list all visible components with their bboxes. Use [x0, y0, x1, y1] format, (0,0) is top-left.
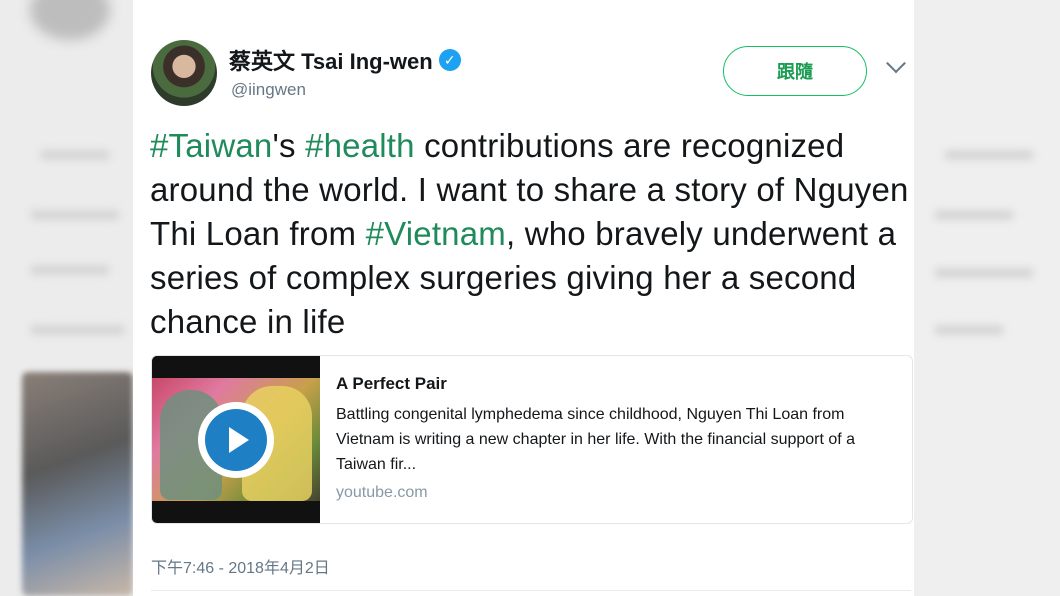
hashtag-link[interactable]: #Vietnam [366, 215, 506, 252]
follow-button[interactable]: 跟隨 [723, 46, 867, 96]
avatar[interactable] [151, 40, 217, 106]
link-title: A Perfect Pair [336, 374, 447, 393]
video-thumbnail[interactable] [152, 356, 320, 523]
display-name[interactable]: 蔡英文 Tsai Ing-wen [229, 44, 433, 76]
chevron-down-icon[interactable] [886, 53, 906, 74]
link-domain: youtube.com [336, 484, 428, 501]
background-right-panel [914, 0, 1060, 596]
verified-badge-icon: ✓ [438, 49, 461, 71]
tweet-text: #Taiwan's #health contributions are reco… [150, 124, 910, 344]
tweet-text-segment: 's [272, 127, 306, 164]
hashtag-link[interactable]: #Taiwan [150, 127, 272, 164]
link-preview-card[interactable]: A Perfect Pair Battling congenital lymph… [151, 355, 913, 524]
hashtag-link[interactable]: #health [305, 127, 415, 164]
divider [151, 590, 911, 591]
user-handle[interactable]: @iingwen [231, 80, 306, 100]
link-description: Battling congenital lymphedema since chi… [336, 406, 856, 473]
background-left-panel [0, 0, 133, 596]
tweet-card: 蔡英文 Tsai Ing-wen ✓ @iingwen 跟隨 #Taiwan's… [133, 0, 914, 596]
play-icon[interactable] [198, 402, 274, 478]
tweet-timestamp[interactable]: 下午7:46 - 2018年4月2日 [151, 554, 330, 578]
author-name-row: 蔡英文 Tsai Ing-wen ✓ [229, 44, 461, 76]
